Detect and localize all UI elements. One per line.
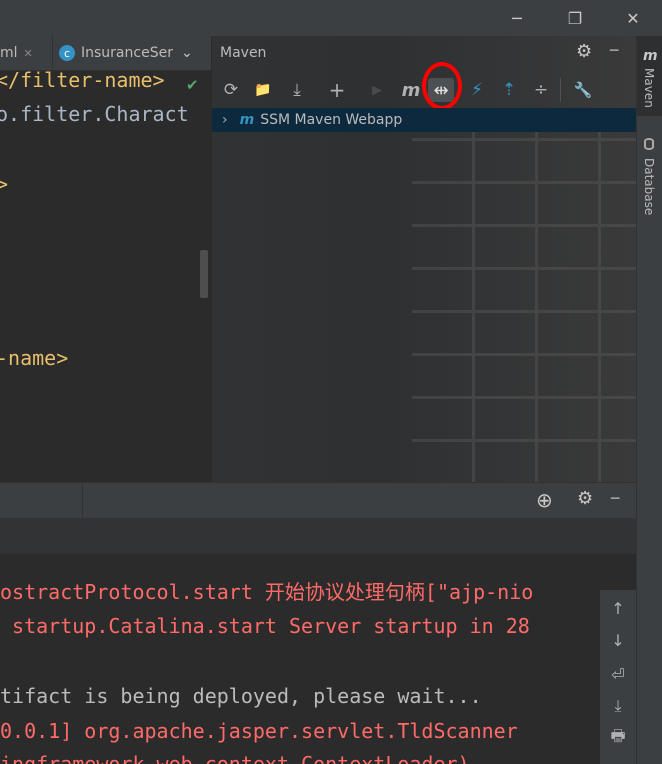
close-button[interactable]: ✕	[610, 0, 656, 36]
chevron-right-icon[interactable]: ›	[222, 112, 228, 128]
restore-button[interactable]: ❐	[552, 0, 598, 36]
console-line: startup.Catalina.start Server startup in…	[0, 614, 530, 638]
print-icon[interactable]: 🖶	[600, 722, 636, 754]
console-line: ingframework.web.context.ContextLoader)	[0, 752, 470, 764]
editor-tab-bar: ml ✕ c InsuranceSer ⌄	[0, 36, 211, 71]
collapse-all-icon[interactable]: ÷	[526, 72, 556, 108]
code-line: -name>	[0, 346, 69, 370]
code-editor[interactable]: ml ✕ c InsuranceSer ⌄ </filter-name> ✔ o…	[0, 36, 211, 482]
console-line: 0.0.1] org.apache.jasper.servlet.TldScan…	[0, 719, 518, 743]
maven-stripe-button[interactable]: m Maven	[637, 36, 662, 116]
add-folder-icon[interactable]: 📁	[248, 72, 278, 108]
download-icon[interactable]: ⤓	[282, 72, 312, 108]
code-line: o.filter.Charact	[0, 102, 189, 126]
close-tab-icon[interactable]: ✕	[24, 47, 33, 60]
minimize-panel-icon[interactable]: ─	[610, 43, 618, 59]
right-tool-stripe: m Maven Database	[636, 36, 662, 764]
gear-icon[interactable]: ⚙	[576, 41, 592, 62]
scroll-to-end-icon[interactable]: ⤓	[600, 690, 636, 722]
maven-project-icon: m	[239, 112, 255, 128]
maven-stripe-label: Maven	[642, 68, 656, 108]
maven-project-row[interactable]: › m SSM Maven Webapp	[212, 108, 636, 132]
run-panel-header: ⊕ ⚙ ─	[0, 482, 636, 519]
gear-icon[interactable]: ⚙	[577, 488, 593, 509]
toolbar-separator	[560, 78, 561, 102]
maven-icon: m	[643, 48, 658, 64]
code-line: >	[0, 172, 9, 196]
background-image	[412, 116, 636, 482]
database-stripe-button[interactable]: Database	[637, 134, 662, 224]
database-stripe-label: Database	[642, 158, 656, 216]
maven-toolbar: ⟳ 📁 ⤓ + ▶ m ⇹ ⚡ ⇡ ÷ 🔧	[212, 62, 636, 110]
tab-label: ml	[0, 45, 18, 61]
soft-wrap-icon[interactable]: ⏎	[600, 658, 636, 690]
add-icon[interactable]: +	[322, 72, 352, 108]
class-icon: c	[59, 45, 75, 61]
show-dependencies-icon[interactable]: ⇡	[494, 72, 524, 108]
reload-icon[interactable]: ⟳	[216, 72, 246, 108]
minimize-button[interactable]: ─	[494, 0, 540, 36]
console-side-toolbar: ↑ ↓ ⏎ ⤓ 🖶	[600, 590, 636, 764]
run-icon[interactable]: ▶	[362, 72, 392, 108]
console-line: tifact is being deployed, please wait...	[0, 684, 482, 708]
tab-xml[interactable]: ml ✕	[0, 36, 50, 70]
arrow-down-icon[interactable]: ↓	[600, 624, 636, 656]
wrench-icon[interactable]: 🔧	[568, 72, 598, 108]
check-icon: ✔	[186, 76, 199, 94]
skip-tests-icon[interactable]: ⚡	[462, 72, 492, 108]
database-icon	[644, 138, 654, 150]
editor-scrollbar[interactable]	[200, 250, 208, 298]
minimize-panel-icon[interactable]: ─	[611, 491, 619, 507]
target-icon[interactable]: ⊕	[536, 488, 553, 512]
console-line: ostractProtocol.start 开始协议处理句柄["ajp-nio	[0, 580, 534, 604]
header-divider	[82, 483, 83, 519]
maven-title: Maven	[220, 45, 267, 61]
run-panel-subheader	[0, 518, 636, 555]
maven-header: Maven ⚙ ─	[212, 36, 636, 72]
tab-insurance-service[interactable]: c InsuranceSer ⌄	[52, 36, 208, 70]
maven-tool-window: Maven ⚙ ─ ⟳ 📁 ⤓ + ▶ m ⇹ ⚡ ⇡ ÷ 🔧 › m SSM …	[212, 36, 636, 482]
console-output[interactable]: ostractProtocol.start 开始协议处理句柄["ajp-nio …	[0, 554, 600, 764]
title-bar: ─ ❐ ✕	[0, 0, 662, 36]
code-line: </filter-name>	[0, 68, 165, 92]
arrow-up-icon[interactable]: ↑	[600, 592, 636, 624]
project-name: SSM Maven Webapp	[260, 112, 403, 128]
highlight-circle	[422, 62, 462, 110]
chevron-down-icon[interactable]: ⌄	[181, 45, 193, 61]
tab-label: InsuranceSer	[81, 45, 173, 61]
